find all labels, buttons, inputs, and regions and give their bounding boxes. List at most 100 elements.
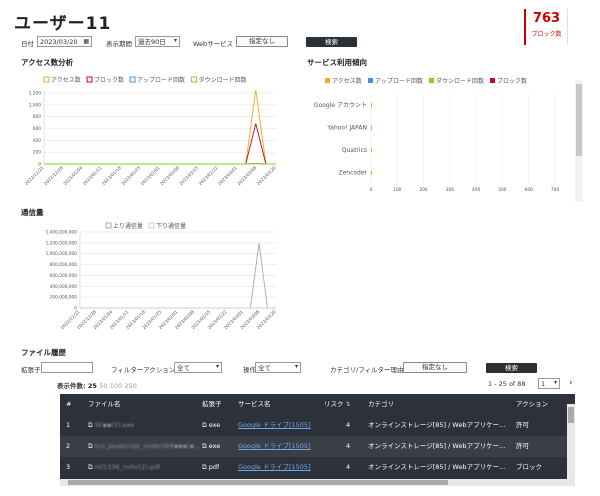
count-option-250[interactable]: 250 (124, 382, 136, 390)
filter-action-select[interactable]: 全て ▾ (174, 362, 222, 373)
cell-ext-text: exe (208, 442, 221, 450)
cell-ext-text: pdf (208, 463, 220, 471)
x-tick-label: 500 (498, 187, 506, 193)
y-tick-label: 400 (33, 138, 41, 144)
search-button[interactable]: 検索 (306, 37, 357, 47)
chevron-down-icon: ▾ (294, 363, 298, 370)
col-header-service[interactable]: サービス名 (238, 394, 271, 415)
x-tick-label: 2023/02/22 (198, 165, 220, 187)
scrollbar-thumb[interactable] (576, 84, 582, 156)
cell-risk-text: 4 (346, 463, 351, 471)
count-option-25[interactable]: 25 (88, 382, 97, 390)
file-search-button[interactable]: 検索 (486, 363, 537, 373)
cell-service-link-text: Google ドライブ[1505] (238, 421, 311, 429)
block-count-label: ブロック数 (531, 31, 562, 38)
chevron-down-icon: ▾ (215, 363, 219, 370)
x-tick-label: 200 (419, 187, 427, 193)
cell-service-link[interactable]: Google ドライブ[1505] (238, 415, 311, 436)
col-header-category[interactable]: カテゴリ (368, 394, 394, 415)
legend-label-2: アップロード回数 (137, 76, 185, 84)
x-tick-label: 0 (370, 187, 373, 193)
cell-ext-text: exe (208, 421, 221, 429)
copy-icon[interactable]: ⧉ (202, 421, 209, 429)
x-tick-label: 100 (393, 187, 401, 193)
scrollbar-thumb[interactable] (568, 407, 574, 423)
table-row[interactable]: 2 ⧉ rco_javascript_underlib9▪▪▪(▪... ⧉ exe… (60, 436, 567, 457)
bar-3 (371, 170, 373, 175)
legend-label-1: アップロード回数 (375, 77, 423, 85)
bar-2 (371, 148, 372, 153)
cell-action-text: 許可 (516, 421, 529, 429)
table-h-scrollbar[interactable] (60, 479, 567, 486)
copy-icon[interactable]: ⧉ (202, 463, 209, 471)
scrollbar-thumb[interactable] (68, 480, 448, 485)
series-line-1 (44, 123, 276, 165)
cell-service-link[interactable]: Google ドライブ[1505] (238, 436, 311, 457)
legend-swatch-1 (368, 78, 373, 83)
next-page-button[interactable]: › (569, 378, 573, 388)
cell-filename: ⧉ SF▪▪(3).exe (88, 415, 134, 436)
table-row[interactable]: 3 ⧉ rol1336_rothr(2).pdf ⧉ pdf Google ドライブ[… (60, 457, 567, 478)
page-value: 1 (541, 380, 546, 388)
cell-ext: ⧉ exe (202, 415, 220, 436)
cell-service-link[interactable]: Google ドライブ[1505] (238, 457, 311, 478)
table-row[interactable]: 1 ⧉ SF▪▪(3).exe ⧉ exe Google ドライブ[1505] 4 オンラ… (60, 415, 567, 436)
cell-action: ブロック (516, 457, 542, 478)
legend-swatch-2 (429, 78, 434, 83)
table-v-scrollbar[interactable] (567, 404, 575, 486)
copy-icon[interactable]: ⧉ (202, 442, 209, 450)
col-header-action[interactable]: アクション (516, 394, 548, 415)
service-chart: アクセス数 アップロード回数 ダウンロード回数 ブロック数 0 100 200 300 400… (314, 77, 559, 193)
web-service-label: Webサービス (193, 40, 234, 48)
copy-icon[interactable]: ⧉ (88, 421, 95, 429)
cell-risk-text: 4 (346, 421, 351, 429)
calendar-icon[interactable]: ▦ (83, 38, 89, 46)
y-tick-label: 200,000,000 (50, 295, 78, 301)
y-tick-label: 600 (33, 126, 41, 132)
x-tick-label: 2022/12/21 (24, 165, 46, 187)
period-select[interactable]: 過去90日 ▾ (135, 36, 180, 47)
date-value: 2023/03/20 (40, 38, 78, 46)
operation-value: 全て (258, 364, 271, 372)
x-tick-label: 2023/03/20 (256, 165, 278, 187)
date-input[interactable]: 2023/03/20 ▦ (37, 36, 92, 47)
y-tick-label: 800 (33, 114, 41, 120)
category-select[interactable]: 指定なし (403, 362, 467, 373)
y-tick-label: 600,000,000 (50, 273, 78, 279)
legend-label-3: ダウンロード回数 (199, 76, 247, 84)
legend-swatch-3 (490, 78, 495, 83)
traffic-chart-title: 通信量 (21, 208, 44, 217)
service-scrollbar[interactable] (575, 80, 583, 202)
access-chart-title: アクセス数分析 (21, 58, 74, 67)
count-option-100[interactable]: 100 (110, 382, 122, 390)
cell-no: 2 (66, 436, 70, 457)
display-count-label: 表示件数: (57, 382, 86, 390)
y-tick-label: 1,400,000,000 (46, 230, 78, 236)
filter-action-value: 全て (177, 364, 190, 372)
col-header-risk[interactable]: リスク ⇅ (324, 394, 351, 415)
copy-icon[interactable]: ⧉ (88, 463, 95, 471)
ext-input[interactable] (41, 362, 93, 373)
y-tick-label: 1,000 (29, 102, 42, 108)
x-tick-label: 2023/03/08 (236, 165, 258, 187)
col-header-ext[interactable]: 拡張子 (202, 394, 222, 415)
cell-no: 1 (66, 415, 70, 436)
web-service-select[interactable]: 指定なし (236, 36, 288, 47)
filter-action-label: フィルターアクション (111, 366, 176, 374)
cell-no-text: 3 (66, 463, 71, 471)
count-option-50[interactable]: 50 (99, 382, 107, 390)
cell-no-text: 1 (66, 421, 71, 429)
category-label: Yahoo! JAPAN (326, 124, 367, 131)
cell-filename: ⧉ rol1336_rothr(2).pdf (88, 457, 160, 478)
col-header-no: # (66, 400, 72, 408)
cell-risk: 4 (346, 436, 350, 457)
operation-select[interactable]: 全て ▾ (255, 362, 301, 373)
page-select[interactable]: 1 ▾ (538, 378, 560, 389)
copy-icon[interactable]: ⧉ (88, 442, 95, 450)
x-tick-label: 2023/01/11 (82, 165, 104, 187)
block-count-badge: 763 ブロック数 (524, 9, 568, 45)
period-value: 過去90日 (138, 38, 166, 46)
legend-swatch-0 (43, 76, 50, 83)
col-header-filename[interactable]: ファイル名 (88, 394, 121, 415)
x-tick-label: 2023/01/25 (120, 165, 142, 187)
